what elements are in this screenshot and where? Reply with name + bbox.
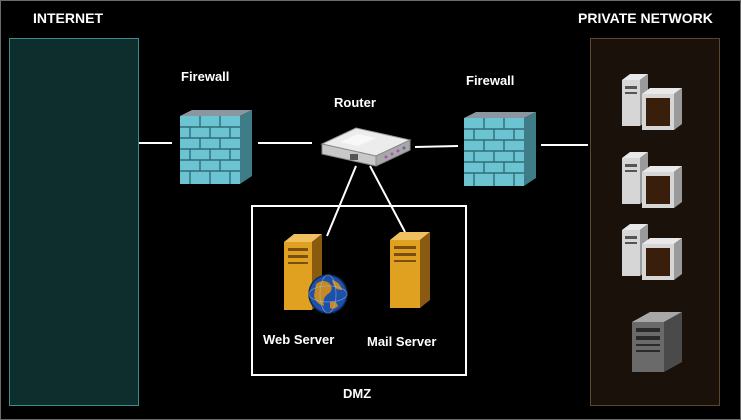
internet-label: INTERNET — [33, 10, 103, 26]
firewall-icon — [464, 112, 536, 186]
link-router-firewall — [414, 145, 459, 148]
web-server-label: Web Server — [263, 332, 335, 347]
router-icon — [320, 127, 412, 167]
mail-server-label: Mail Server — [367, 334, 437, 349]
mail-server-icon — [390, 232, 430, 308]
link-router-mailserver — [369, 165, 406, 233]
workstation-icon — [622, 224, 682, 280]
workstation-icon — [622, 74, 682, 130]
firewall-left-label: Firewall — [181, 69, 230, 84]
private-network-label: PRIVATE NETWORK — [578, 10, 713, 26]
firewall-icon — [180, 110, 252, 184]
link-router-webserver — [326, 165, 357, 237]
workstation-icon — [622, 152, 682, 208]
router-label: Router — [334, 95, 376, 110]
dmz-label: DMZ — [343, 386, 372, 401]
firewall-right-label: Firewall — [466, 73, 515, 88]
web-server-icon — [284, 234, 348, 314]
server-tower-icon — [632, 312, 682, 372]
